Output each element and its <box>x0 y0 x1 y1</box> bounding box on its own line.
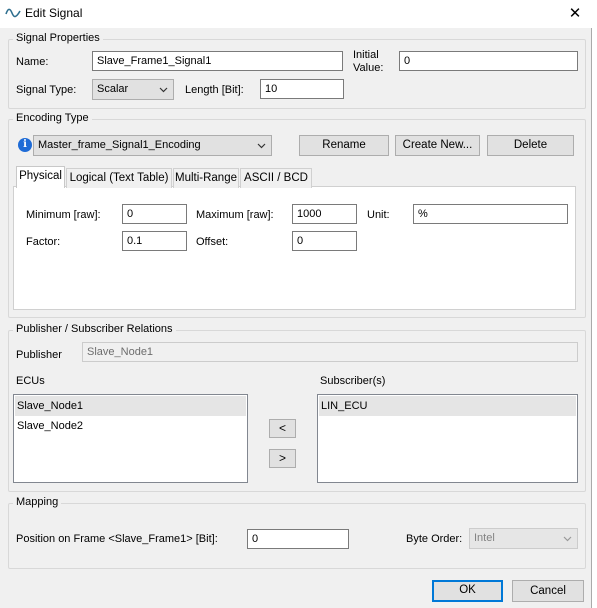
signal-type-value: Scalar <box>97 83 129 95</box>
ecus-label: ECUs <box>16 375 45 387</box>
encoding-select[interactable]: Master_frame_Signal1_Encoding <box>33 135 272 156</box>
signal-type-select[interactable]: Scalar <box>92 79 174 100</box>
initial-value-label-line1: Initial <box>353 49 379 61</box>
list-item[interactable]: Slave_Node1 <box>15 396 246 416</box>
rename-button[interactable]: Rename <box>299 135 389 156</box>
chevron-down-icon <box>257 143 266 149</box>
signal-wave-icon <box>5 7 21 19</box>
close-icon: ✕ <box>568 5 582 22</box>
unit-label: Unit: <box>367 209 390 221</box>
position-label: Position on Frame <Slave_Frame1> [Bit]: <box>16 533 218 545</box>
encoding-value: Master_frame_Signal1_Encoding <box>38 139 201 151</box>
tab-ascii-bcd[interactable]: ASCII / BCD <box>240 168 312 188</box>
encoding-type-legend: Encoding Type <box>13 112 92 124</box>
maximum-field[interactable]: 1000 <box>292 204 357 224</box>
chevron-down-icon <box>563 536 572 542</box>
initial-value-label-line2: Value: <box>353 62 384 74</box>
length-label: Length [Bit]: <box>185 84 244 96</box>
create-new-button[interactable]: Create New... <box>395 135 480 156</box>
name-field[interactable]: Slave_Frame1_Signal1 <box>92 51 343 71</box>
byte-order-value: Intel <box>474 532 495 544</box>
ecus-list[interactable]: Slave_Node1 Slave_Node2 <box>13 394 248 483</box>
close-button[interactable]: ✕ <box>560 2 590 26</box>
byte-order-select: Intel <box>469 528 578 549</box>
publisher-label: Publisher <box>16 349 62 361</box>
move-left-button[interactable]: < <box>269 419 296 438</box>
maximum-label: Maximum [raw]: <box>196 209 274 221</box>
subscribers-label: Subscriber(s) <box>320 375 386 387</box>
signal-type-label: Signal Type: <box>16 84 77 96</box>
move-right-button[interactable]: > <box>269 449 296 468</box>
tab-logical-text-table[interactable]: Logical (Text Table) <box>66 168 172 188</box>
length-field[interactable]: 10 <box>260 79 344 99</box>
factor-field[interactable]: 0.1 <box>122 231 187 251</box>
minimum-field[interactable]: 0 <box>122 204 187 224</box>
factor-label: Factor: <box>26 236 61 248</box>
signal-properties-legend: Signal Properties <box>13 32 103 44</box>
background-window-strip <box>592 0 597 608</box>
info-icon: i <box>18 138 32 152</box>
publisher-field: Slave_Node1 <box>82 342 578 362</box>
subscribers-list[interactable]: LIN_ECU <box>317 394 578 483</box>
window-title: Edit Signal <box>25 6 83 20</box>
name-label: Name: <box>16 56 49 68</box>
offset-field[interactable]: 0 <box>292 231 357 251</box>
position-field[interactable]: 0 <box>247 529 349 549</box>
delete-button[interactable]: Delete <box>487 135 574 156</box>
list-item[interactable]: LIN_ECU <box>319 396 576 416</box>
unit-field[interactable]: % <box>413 204 568 224</box>
minimum-label: Minimum [raw]: <box>26 209 101 221</box>
relations-legend: Publisher / Subscriber Relations <box>13 323 176 335</box>
chevron-down-icon <box>159 87 168 93</box>
offset-label: Offset: <box>196 236 229 248</box>
initial-value-field[interactable]: 0 <box>399 51 578 71</box>
tab-multi-range[interactable]: Multi-Range <box>173 168 239 188</box>
cancel-button[interactable]: Cancel <box>512 580 584 602</box>
list-item[interactable]: Slave_Node2 <box>15 416 246 436</box>
title-bar <box>0 0 597 28</box>
ok-button[interactable]: OK <box>432 580 503 602</box>
byte-order-label: Byte Order: <box>406 533 463 545</box>
tab-physical[interactable]: Physical <box>16 166 65 188</box>
mapping-legend: Mapping <box>13 496 62 508</box>
